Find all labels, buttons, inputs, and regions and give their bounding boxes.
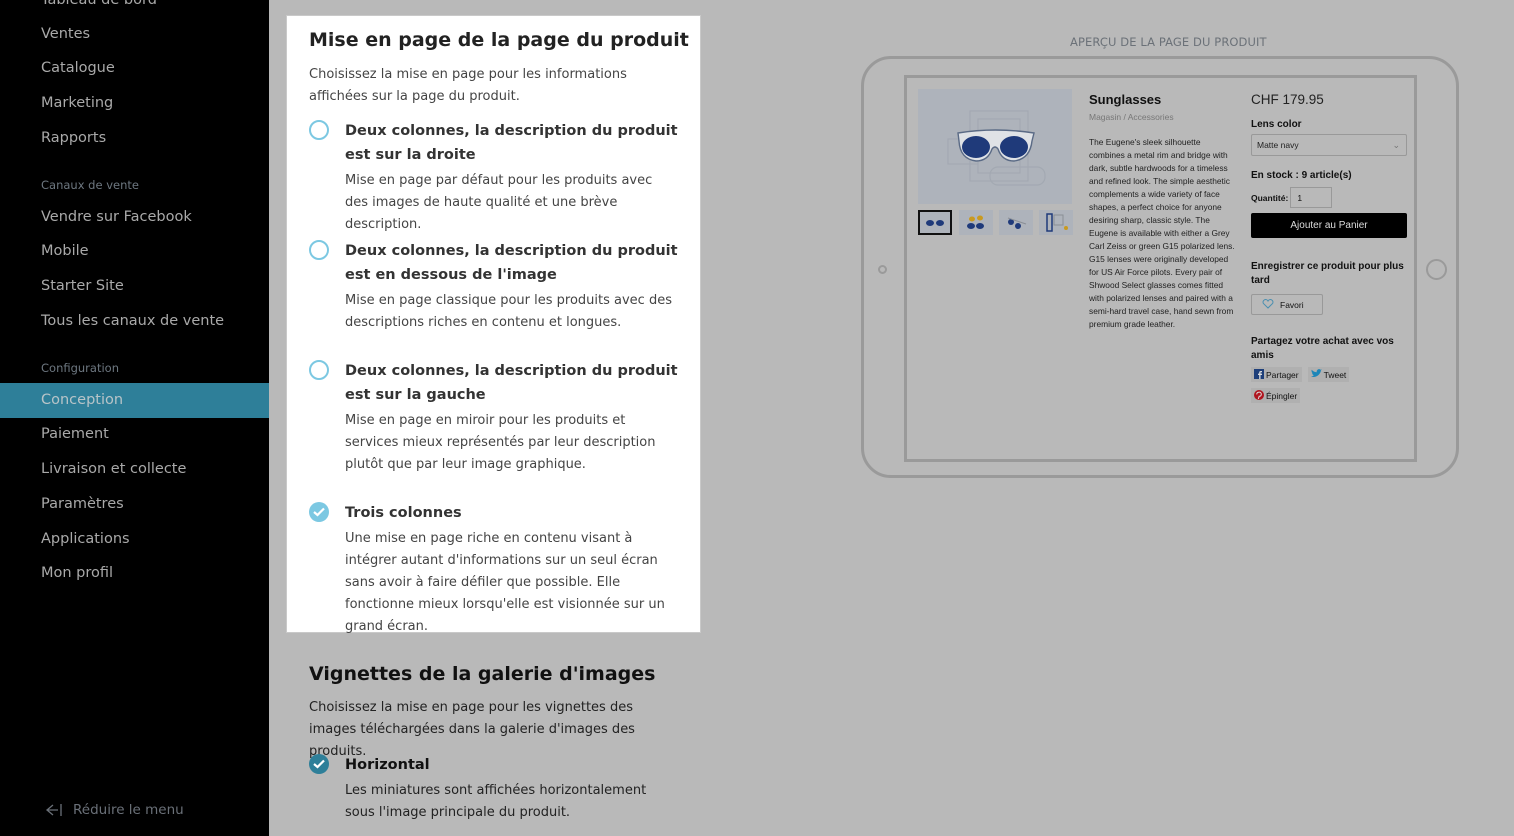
sunglasses-image [947,110,1046,186]
facebook-share-button[interactable]: Partager [1251,367,1302,382]
collapse-arrow-icon [45,803,63,817]
sidebar: Tableau de bord Ventes Catalogue Marketi… [0,0,269,836]
twitter-icon [1310,369,1322,380]
tablet-camera-icon [878,265,887,274]
option-description: Les miniatures sont affichées horizontal… [345,783,647,820]
sidebar-item-payment[interactable]: Paiement [0,417,269,452]
sidebar-item-apps[interactable]: Applications [0,522,269,557]
option-title: Deux colonnes, la description du produit… [345,243,678,283]
pinterest-share-button[interactable]: Épingler [1251,388,1301,403]
save-for-later-label: Enregistrer ce produit pour plus tard [1251,261,1404,286]
tablet-home-button-icon [1426,259,1447,280]
share-buttons-row-2: Épingler [1251,388,1407,403]
pinterest-share-label: Épingler [1266,390,1298,401]
thumbnail-front[interactable] [918,210,952,235]
heart-icon [1262,298,1274,311]
gallery-option-horizontal[interactable]: Horizontal Les miniatures sont affichées… [309,753,679,824]
product-description: The Eugene's sleek silhouette combines a… [1089,137,1235,329]
option-title: Deux colonnes, la description du produit… [345,363,678,403]
panel-description: Choisissez la mise en page pour les info… [309,67,627,104]
sidebar-item-dashboard[interactable]: Tableau de bord [0,0,269,18]
layout-option-left[interactable]: Deux colonnes, la description du produit… [309,359,679,476]
option-description: Mise en page classique pour les produits… [345,293,672,330]
sidebar-item-sales[interactable]: Ventes [0,17,269,52]
favorite-label: Favori [1280,299,1304,310]
sidebar-item-catalog[interactable]: Catalogue [0,51,269,86]
pinterest-icon [1254,389,1264,402]
sidebar-item-marketing[interactable]: Marketing [0,86,269,121]
share-label: Partagez votre achat avec vos amis [1251,336,1394,361]
option-description: Mise en page par défaut pour les produit… [345,173,653,232]
sidebar-item-shipping[interactable]: Livraison et collecte [0,452,269,487]
option-label: Lens color [1251,119,1302,130]
share-buttons-row-1: Partager Tweet [1251,367,1407,382]
add-to-cart-button[interactable]: Ajouter au Panier [1251,213,1407,238]
radio-checked-icon[interactable] [309,754,329,774]
option-title: Deux colonnes, la description du produit… [345,123,678,163]
option-title: Trois colonnes [345,505,462,521]
facebook-share-label: Partager [1266,369,1299,380]
thumbnail-case[interactable] [1039,210,1073,235]
sidebar-item-design[interactable]: Conception [0,383,269,418]
product-purchase-column: CHF 179.95 Lens color Matte navy ⌄ En st… [1251,92,1407,403]
stock-status: En stock : 9 article(s) [1251,170,1352,181]
preview-label: APERÇU DE LA PAGE DU PRODUIT [1070,35,1267,49]
product-name: Sunglasses [1089,92,1162,107]
layout-option-right[interactable]: Deux colonnes, la description du produit… [309,119,679,236]
sidebar-section-configuration: Configuration [41,361,119,375]
layout-option-three-columns[interactable]: Trois colonnes Une mise en page riche en… [309,501,679,638]
product-main-image [918,89,1072,204]
sidebar-item-settings[interactable]: Paramètres [0,487,269,522]
thumbnail-colors[interactable] [959,210,993,235]
panel-title: Mise en page de la page du produit [309,29,689,51]
radio-unchecked-icon[interactable] [309,240,329,260]
gallery-section-title: Vignettes de la galerie d'images [309,663,656,685]
thumbnail-side[interactable] [999,210,1033,235]
collapse-menu-button[interactable]: Réduire le menu [45,802,184,818]
quantity-row: Quantité: [1251,187,1407,208]
lens-color-value: Matte navy [1257,140,1299,150]
option-title: Horizontal [345,757,430,773]
favorite-button[interactable]: Favori [1251,294,1323,315]
sidebar-item-all-channels[interactable]: Tous les canaux de vente [0,304,269,339]
radio-unchecked-icon[interactable] [309,120,329,140]
lens-color-select[interactable]: Matte navy ⌄ [1251,134,1407,156]
facebook-icon [1254,368,1264,381]
sidebar-section-sales-channels: Canaux de vente [41,178,139,192]
product-breadcrumb[interactable]: Magasin / Accessories [1089,112,1174,122]
sidebar-item-reports[interactable]: Rapports [0,121,269,156]
sidebar-item-profile[interactable]: Mon profil [0,556,269,591]
collapse-menu-label: Réduire le menu [73,802,184,818]
product-price: CHF 179.95 [1251,92,1324,107]
twitter-share-label: Tweet [1323,369,1347,380]
radio-unchecked-icon[interactable] [309,360,329,380]
sidebar-item-mobile[interactable]: Mobile [0,234,269,269]
quantity-label: Quantité: [1251,192,1289,203]
twitter-share-button[interactable]: Tweet [1307,367,1350,382]
sidebar-item-facebook[interactable]: Vendre sur Facebook [0,200,269,235]
product-layout-panel: Mise en page de la page du produit Chois… [287,16,700,634]
option-description: Une mise en page riche en contenu visant… [345,531,665,634]
option-description: Mise en page en miroir pour les produits… [345,413,656,472]
layout-option-below[interactable]: Deux colonnes, la description du produit… [309,239,679,334]
radio-checked-icon[interactable] [309,502,329,522]
tablet-screen: Sunglasses Magasin / Accessories The Eug… [904,75,1417,462]
sidebar-item-starter-site[interactable]: Starter Site [0,269,269,304]
tablet-preview-frame: Sunglasses Magasin / Accessories The Eug… [861,56,1459,478]
chevron-down-icon: ⌄ [1392,140,1400,150]
quantity-input[interactable] [1290,187,1333,208]
